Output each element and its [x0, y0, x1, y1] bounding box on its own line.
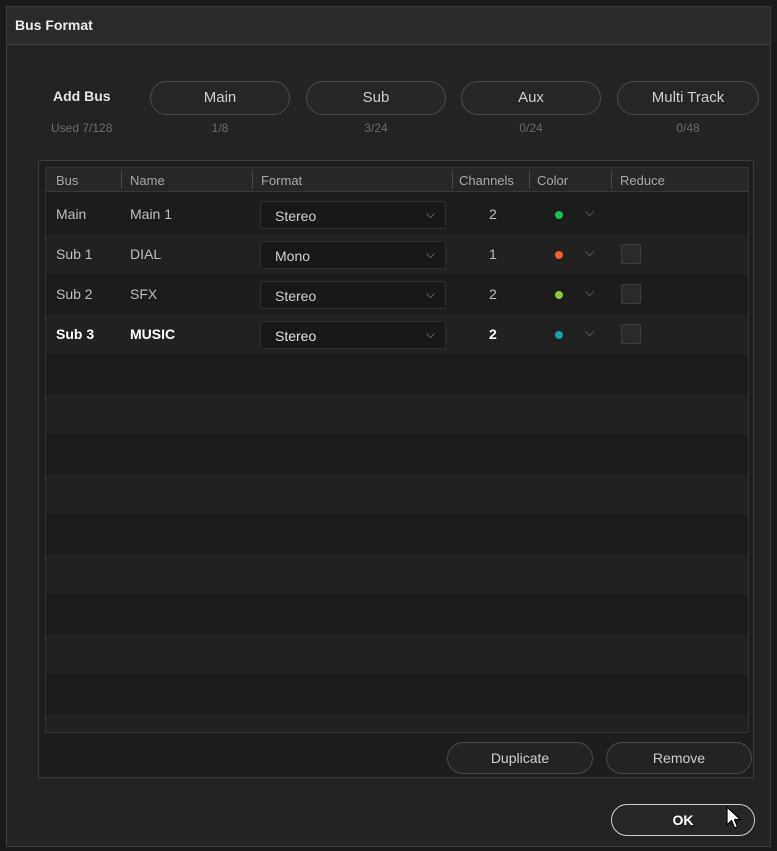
add-multitrack-bus-button[interactable]: Multi Track: [617, 81, 759, 115]
column-header-name[interactable]: Name: [130, 173, 165, 188]
column-header-color[interactable]: Color: [537, 173, 568, 188]
empty-row: [46, 634, 748, 674]
bus-list-panel: Bus Name Format Channels Color Reduce Ma…: [38, 160, 754, 778]
channels-cell: 2: [489, 206, 497, 222]
add-bus-label: Add Bus: [53, 88, 111, 104]
channels-cell: 2: [489, 286, 497, 302]
empty-row: [46, 554, 748, 594]
used-count: Used 7/128: [51, 121, 113, 135]
table-header: Bus Name Format Channels Color Reduce: [46, 168, 748, 192]
empty-row: [46, 594, 748, 634]
empty-row: [46, 514, 748, 554]
column-header-format[interactable]: Format: [261, 173, 302, 188]
empty-row: [46, 394, 748, 434]
chevron-down-icon: ⌵: [425, 247, 435, 261]
bus-cell: Sub 2: [56, 286, 93, 302]
column-divider[interactable]: [611, 171, 612, 189]
main-bus-count: 1/8: [211, 121, 229, 135]
titlebar: Bus Format: [7, 7, 770, 45]
multitrack-bus-count: 0/48: [676, 121, 700, 135]
column-divider[interactable]: [121, 171, 122, 189]
chevron-down-icon: ⌵: [425, 287, 435, 301]
column-header-channels[interactable]: Channels: [459, 173, 514, 188]
bus-format-dialog: Bus Format Add Bus Used 7/128 Main Sub A…: [6, 6, 771, 847]
name-cell[interactable]: SFX: [130, 286, 157, 302]
chevron-down-icon: ⌵: [425, 207, 435, 221]
color-swatch[interactable]: [555, 331, 563, 339]
column-divider[interactable]: [252, 171, 253, 189]
empty-row: [46, 714, 748, 732]
column-divider[interactable]: [529, 171, 530, 189]
table-row[interactable]: Sub 3 MUSIC Stereo ⌵ 2 ⌵: [46, 314, 748, 354]
column-header-reduce[interactable]: Reduce: [620, 173, 665, 188]
reduce-checkbox[interactable]: [621, 284, 641, 304]
bus-cell: Sub 3: [56, 326, 95, 342]
aux-bus-count: 0/24: [519, 121, 543, 135]
chevron-down-icon[interactable]: ⌵: [585, 205, 594, 220]
empty-row: [46, 474, 748, 514]
empty-row: [46, 354, 748, 394]
bus-cell: Main: [56, 206, 87, 222]
empty-row: [46, 674, 748, 714]
table-row[interactable]: Main Main 1 Stereo ⌵ 2 ⌵: [46, 194, 748, 234]
name-cell[interactable]: DIAL: [130, 246, 161, 262]
add-aux-bus-button[interactable]: Aux: [461, 81, 601, 115]
channels-cell: 1: [489, 246, 497, 262]
add-main-bus-button[interactable]: Main: [150, 81, 290, 115]
color-swatch[interactable]: [555, 251, 563, 259]
channels-cell: 2: [489, 326, 497, 342]
format-select[interactable]: Stereo ⌵: [260, 201, 446, 229]
bus-table: Bus Name Format Channels Color Reduce Ma…: [45, 167, 749, 733]
mouse-pointer-icon: [726, 806, 742, 829]
chevron-down-icon: ⌵: [425, 327, 435, 341]
table-row[interactable]: Sub 1 DIAL Mono ⌵ 1 ⌵: [46, 234, 748, 274]
format-value: Stereo: [275, 208, 317, 224]
format-select[interactable]: Mono ⌵: [260, 241, 446, 269]
bus-cell: Sub 1: [56, 246, 93, 262]
format-value: Stereo: [275, 328, 317, 344]
name-cell[interactable]: Main 1: [130, 206, 172, 222]
reduce-checkbox[interactable]: [621, 244, 641, 264]
empty-row: [46, 434, 748, 474]
column-divider[interactable]: [452, 171, 453, 189]
table-row[interactable]: Sub 2 SFX Stereo ⌵ 2 ⌵: [46, 274, 748, 314]
name-cell[interactable]: MUSIC: [130, 326, 175, 342]
color-swatch[interactable]: [555, 291, 563, 299]
column-header-bus[interactable]: Bus: [56, 173, 78, 188]
duplicate-button[interactable]: Duplicate: [447, 742, 593, 774]
dialog-title: Bus Format: [15, 17, 93, 33]
remove-button[interactable]: Remove: [606, 742, 752, 774]
chevron-down-icon[interactable]: ⌵: [585, 325, 594, 340]
chevron-down-icon[interactable]: ⌵: [585, 245, 594, 260]
reduce-checkbox[interactable]: [621, 324, 641, 344]
sub-bus-count: 3/24: [364, 121, 388, 135]
format-value: Stereo: [275, 288, 317, 304]
add-sub-bus-button[interactable]: Sub: [306, 81, 446, 115]
chevron-down-icon[interactable]: ⌵: [585, 285, 594, 300]
format-value: Mono: [275, 248, 311, 264]
format-select[interactable]: Stereo ⌵: [260, 321, 446, 349]
format-select[interactable]: Stereo ⌵: [260, 281, 446, 309]
color-swatch[interactable]: [555, 211, 563, 219]
